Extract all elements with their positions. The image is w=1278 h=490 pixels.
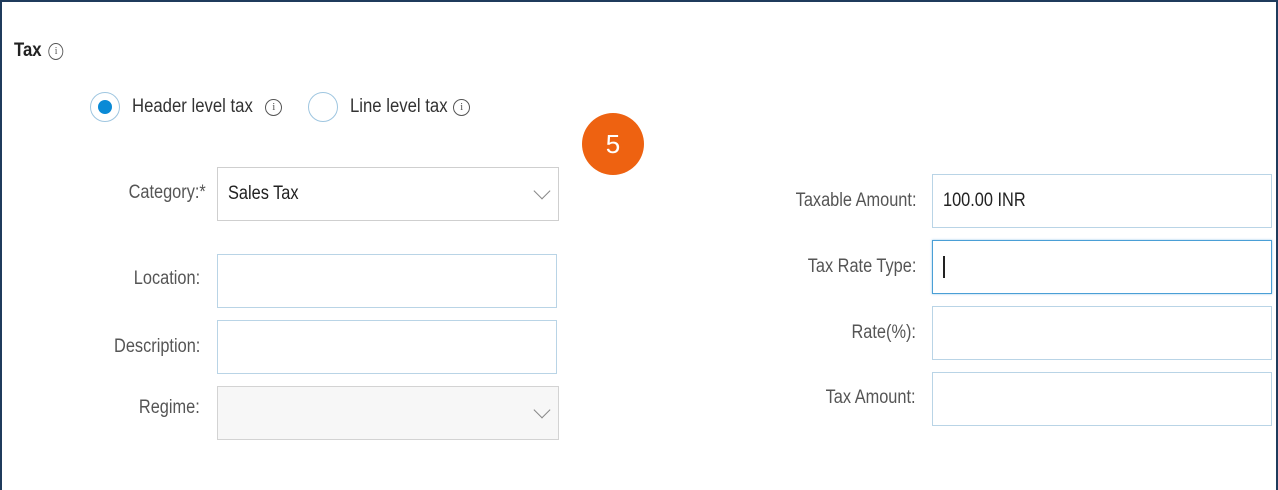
info-icon[interactable]: i (453, 98, 471, 116)
radio-label-line-level-tax: Line level tax (350, 96, 448, 117)
tax-amount-field[interactable] (932, 372, 1272, 426)
regime-label: Regime: (139, 397, 200, 418)
rate-field[interactable] (932, 306, 1272, 360)
taxable-amount-label: Taxable Amount: (795, 190, 916, 211)
tax-rate-type-label: Tax Rate Type: (807, 256, 916, 277)
tax-rate-type-field[interactable] (932, 240, 1272, 294)
chevron-down-icon (533, 182, 551, 200)
required-marker: * (199, 182, 206, 203)
description-field[interactable] (217, 320, 557, 374)
description-label: Description: (113, 336, 200, 357)
radio-label-header-level-tax: Header level tax (132, 96, 253, 117)
radio-line-level-tax[interactable]: Line level tax i (308, 92, 471, 122)
taxable-amount-value: 100.00 INR (943, 190, 1026, 211)
radio-button-unchecked[interactable] (308, 92, 339, 122)
tax-amount-label: Tax Amount: (826, 387, 916, 408)
radio-button-checked[interactable] (90, 92, 120, 122)
taxable-amount-field[interactable]: 100.00 INR (932, 174, 1272, 228)
category-select[interactable]: Sales Tax (217, 167, 559, 221)
location-label: Location: (133, 268, 200, 289)
info-icon[interactable]: i (48, 42, 64, 60)
category-select-value: Sales Tax (228, 183, 299, 204)
section-title: Tax i (14, 40, 64, 62)
radio-header-level-tax[interactable]: Header level tax i (90, 92, 283, 122)
step-badge: 5 (582, 113, 644, 175)
section-title-text: Tax (14, 40, 42, 61)
rate-label: Rate(%): (851, 322, 916, 343)
chevron-down-icon (533, 401, 551, 419)
info-icon[interactable]: i (265, 98, 283, 116)
location-field[interactable] (217, 254, 557, 308)
regime-select[interactable] (217, 386, 559, 440)
text-cursor (943, 256, 945, 278)
category-label: Category:* (128, 182, 206, 203)
tax-level-radio-group: Header level tax i Line level tax i (90, 92, 496, 122)
